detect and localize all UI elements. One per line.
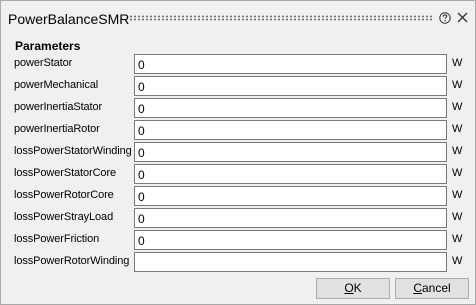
power-inertia-rotor-input[interactable]	[134, 120, 447, 140]
cancel-mnemonic: C	[413, 281, 422, 295]
param-row-loss-power-stator-core: lossPowerStatorCore W	[1, 164, 475, 184]
unit-label: W	[452, 57, 463, 69]
unit-label: W	[452, 79, 463, 91]
param-row-loss-power-stator-winding: lossPowerStatorWinding W	[1, 142, 475, 162]
title-bar[interactable]: PowerBalanceSMR	[1, 1, 475, 35]
param-row-power-inertia-rotor: powerInertiaRotor W	[1, 120, 475, 140]
param-label: lossPowerRotorCore	[14, 189, 114, 201]
param-label: lossPowerStatorWinding	[14, 145, 132, 157]
unit-label: W	[452, 255, 463, 267]
unit-label: W	[452, 101, 463, 113]
power-mechanical-input[interactable]	[134, 76, 447, 96]
loss-power-stator-winding-input[interactable]	[134, 142, 447, 162]
unit-label: W	[452, 189, 463, 201]
loss-power-rotor-core-input[interactable]	[134, 186, 447, 206]
loss-power-rotor-winding-input[interactable]	[134, 252, 447, 272]
unit-label: W	[452, 233, 463, 245]
unit-label: W	[452, 145, 463, 157]
cancel-button[interactable]: Cancel	[395, 278, 469, 299]
power-balance-dialog: PowerBalanceSMR Parameters powerStator W…	[0, 0, 476, 305]
param-row-power-stator: powerStator W	[1, 54, 475, 74]
loss-power-friction-input[interactable]	[134, 230, 447, 250]
close-icon[interactable]	[457, 12, 468, 23]
drag-grip-icon[interactable]	[129, 15, 433, 21]
power-stator-input[interactable]	[134, 54, 447, 74]
param-row-power-inertia-stator: powerInertiaStator W	[1, 98, 475, 118]
loss-power-stray-load-input[interactable]	[134, 208, 447, 228]
param-label: lossPowerStatorCore	[14, 167, 117, 179]
unit-label: W	[452, 167, 463, 179]
ok-mnemonic: O	[344, 281, 354, 295]
param-label: powerInertiaStator	[14, 101, 103, 113]
param-label: lossPowerRotorWinding	[14, 255, 130, 267]
cancel-label-rest: ancel	[421, 281, 451, 295]
unit-label: W	[452, 123, 463, 135]
param-label: lossPowerStrayLoad	[14, 211, 114, 223]
param-label: lossPowerFriction	[14, 233, 100, 245]
param-row-power-mechanical: powerMechanical W	[1, 76, 475, 96]
loss-power-stator-core-input[interactable]	[134, 164, 447, 184]
param-row-loss-power-rotor-core: lossPowerRotorCore W	[1, 186, 475, 206]
param-row-loss-power-friction: lossPowerFriction W	[1, 230, 475, 250]
param-label: powerMechanical	[14, 79, 99, 91]
param-row-loss-power-rotor-winding: lossPowerRotorWinding W	[1, 252, 475, 272]
parameters-heading: Parameters	[15, 39, 81, 53]
unit-label: W	[452, 211, 463, 223]
window-title: PowerBalanceSMR	[8, 11, 130, 27]
ok-button[interactable]: OK	[316, 278, 390, 299]
param-row-loss-power-stray-load: lossPowerStrayLoad W	[1, 208, 475, 228]
power-inertia-stator-input[interactable]	[134, 98, 447, 118]
param-label: powerInertiaRotor	[14, 123, 100, 135]
param-label: powerStator	[14, 57, 73, 69]
ok-label-rest: K	[353, 281, 362, 295]
help-icon[interactable]	[439, 12, 451, 24]
